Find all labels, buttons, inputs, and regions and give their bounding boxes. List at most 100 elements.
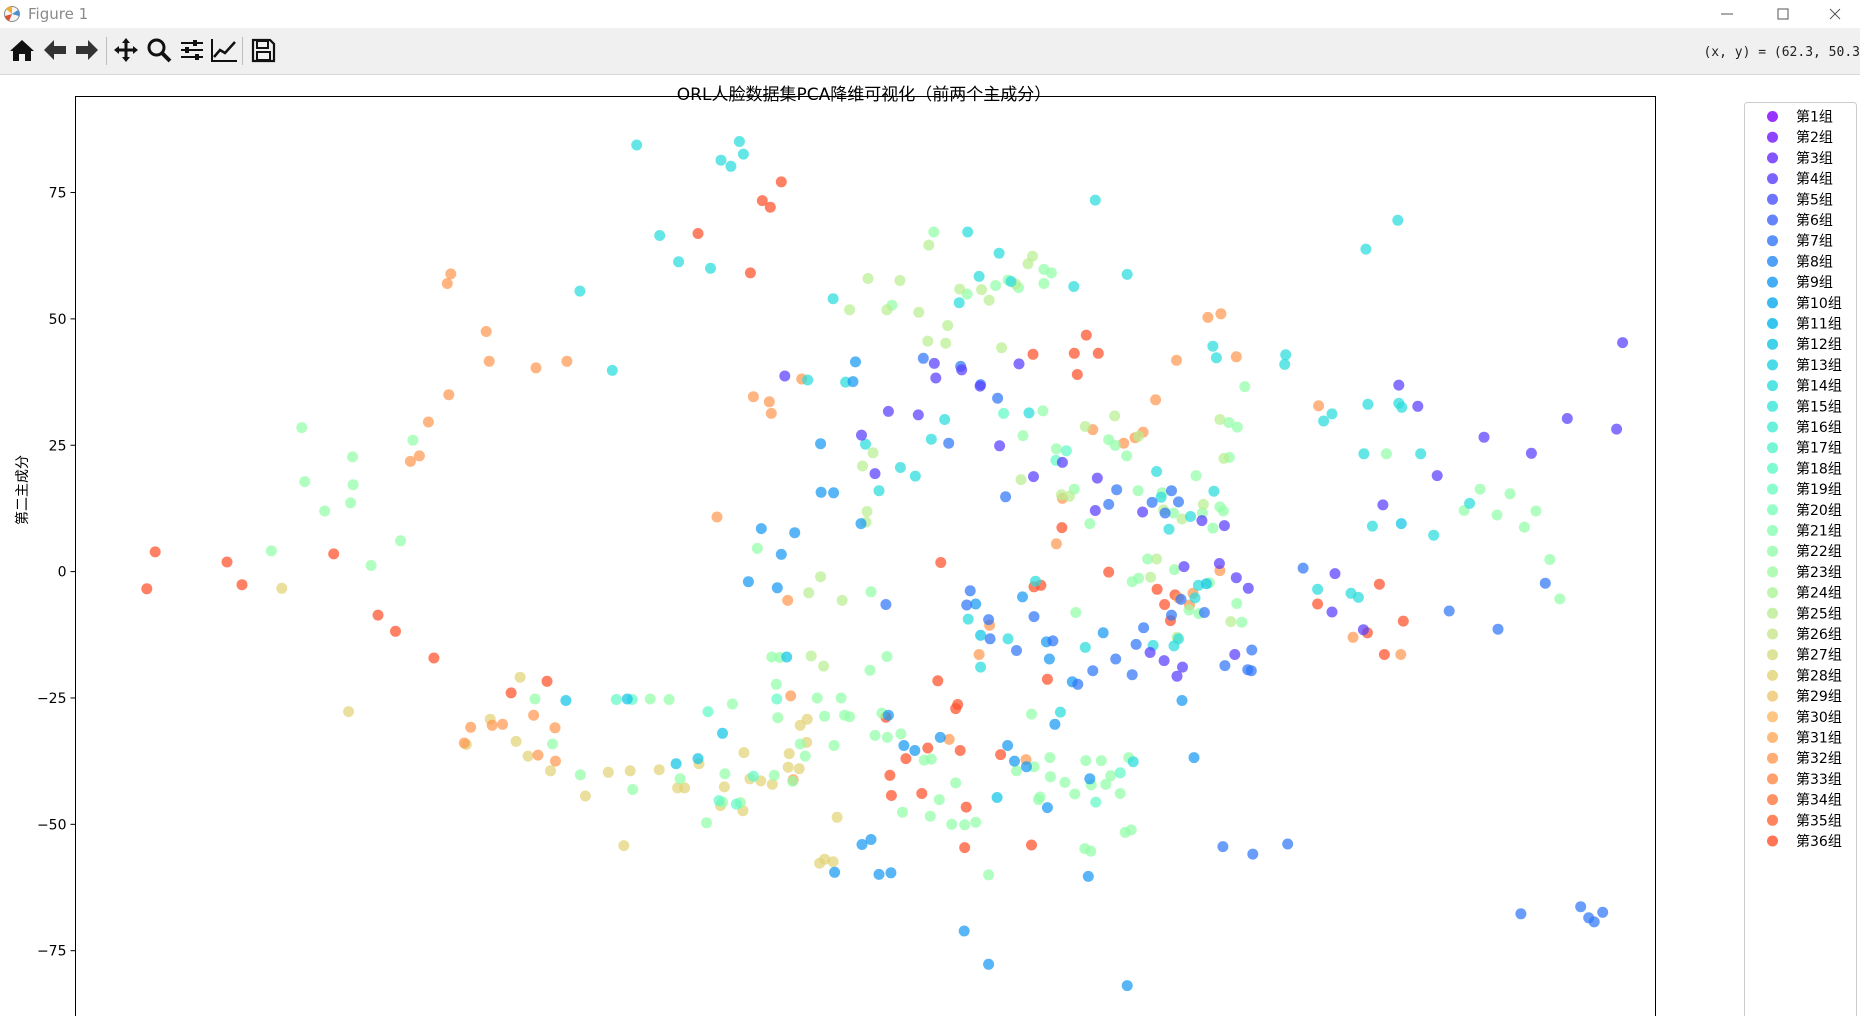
legend-marker xyxy=(1767,442,1778,454)
data-point xyxy=(1312,583,1324,595)
data-point xyxy=(996,342,1008,354)
legend-label: 第9组 xyxy=(1796,274,1833,291)
legend-label: 第8组 xyxy=(1796,253,1833,270)
data-point xyxy=(1397,615,1409,627)
legend-marker xyxy=(1767,297,1778,309)
pan-icon xyxy=(114,38,138,62)
data-point xyxy=(1069,788,1081,800)
configure-subplots-icon xyxy=(181,40,203,60)
home-button[interactable] xyxy=(5,33,39,67)
back-button[interactable] xyxy=(38,33,72,67)
data-point xyxy=(1395,518,1407,530)
home-icon xyxy=(10,40,34,61)
data-point xyxy=(1171,354,1182,366)
legend: 第1组第2组第3组第4组第5组第6组第7组第8组第9组第10组第11组第12组第… xyxy=(1744,102,1857,1020)
data-point xyxy=(766,778,778,790)
legend-marker xyxy=(1767,255,1778,267)
data-point xyxy=(1518,521,1530,533)
data-point xyxy=(1121,980,1133,992)
data-point xyxy=(1617,337,1629,349)
plot-frame xyxy=(75,96,1656,1020)
data-point xyxy=(1213,558,1225,569)
data-point xyxy=(1002,740,1014,751)
legend-label: 第6组 xyxy=(1796,212,1833,229)
configure-subplots-button[interactable] xyxy=(175,33,209,67)
data-point xyxy=(984,633,996,645)
data-point xyxy=(1132,485,1144,497)
data-point xyxy=(1464,497,1476,509)
y-tick-label: −50 xyxy=(37,817,67,833)
data-point xyxy=(1554,593,1566,605)
data-point xyxy=(550,755,561,767)
data-point xyxy=(772,712,784,724)
data-point xyxy=(1114,788,1126,799)
data-point xyxy=(624,765,636,777)
data-point xyxy=(950,777,962,789)
forward-button[interactable] xyxy=(70,33,104,67)
legend-label: 第31组 xyxy=(1796,730,1842,747)
data-point xyxy=(1185,511,1196,522)
data-point xyxy=(670,758,682,770)
data-point xyxy=(865,586,877,598)
window-title: Figure 1 xyxy=(28,5,89,23)
data-point xyxy=(995,749,1007,761)
data-point xyxy=(1091,472,1103,484)
figure-canvas[interactable]: ORL人脸数据集PCA降维可视化（前两个主成分） 第二主成分 75 50 25 0 −2… xyxy=(0,75,1860,1020)
data-point xyxy=(1352,591,1364,603)
data-point xyxy=(873,485,885,497)
data-point xyxy=(1412,400,1424,412)
data-point xyxy=(1358,448,1370,460)
legend-marker xyxy=(1767,111,1778,122)
zoom-button[interactable] xyxy=(142,33,176,67)
data-point xyxy=(932,675,944,687)
close-button[interactable] xyxy=(1810,0,1860,28)
data-point xyxy=(545,765,556,777)
data-point xyxy=(1326,606,1338,618)
data-point xyxy=(1218,520,1230,532)
pan-button[interactable] xyxy=(109,33,143,67)
edit-axes-icon xyxy=(211,39,237,62)
data-point xyxy=(861,506,873,517)
legend-marker xyxy=(1767,235,1778,247)
legend-marker xyxy=(1767,276,1778,288)
maximize-button[interactable] xyxy=(1755,0,1811,28)
data-point xyxy=(829,866,841,878)
legend-label: 第36组 xyxy=(1796,833,1842,850)
data-point xyxy=(1176,695,1188,706)
data-point xyxy=(885,790,897,801)
data-point xyxy=(1210,352,1222,364)
data-point xyxy=(835,692,847,704)
data-point xyxy=(1207,522,1219,534)
legend-label: 第21组 xyxy=(1796,523,1842,540)
data-point xyxy=(621,693,633,705)
data-point xyxy=(992,392,1004,404)
data-point xyxy=(894,462,906,473)
back-arrow-icon xyxy=(44,40,66,60)
data-point xyxy=(1089,194,1101,206)
data-point xyxy=(1111,484,1123,496)
data-point xyxy=(347,451,359,463)
data-point xyxy=(983,294,995,306)
legend-marker xyxy=(1767,483,1778,495)
data-point xyxy=(1236,616,1248,628)
data-point xyxy=(299,476,311,488)
data-point xyxy=(925,433,937,445)
data-point xyxy=(962,613,974,625)
data-point xyxy=(715,154,727,166)
data-point xyxy=(1515,908,1527,920)
minimize-button[interactable] xyxy=(1699,0,1755,28)
data-point xyxy=(1158,655,1170,667)
data-point xyxy=(928,226,940,238)
data-point xyxy=(793,763,805,775)
data-point xyxy=(1085,845,1097,857)
data-point xyxy=(1013,358,1025,370)
data-point xyxy=(928,357,940,369)
data-point xyxy=(953,297,965,309)
data-point xyxy=(1239,381,1251,393)
edit-axes-button[interactable] xyxy=(207,33,241,67)
legend-marker xyxy=(1767,193,1778,205)
data-point xyxy=(1021,761,1032,773)
save-button[interactable] xyxy=(246,33,280,67)
legend-marker xyxy=(1767,214,1778,226)
data-point xyxy=(343,706,355,718)
